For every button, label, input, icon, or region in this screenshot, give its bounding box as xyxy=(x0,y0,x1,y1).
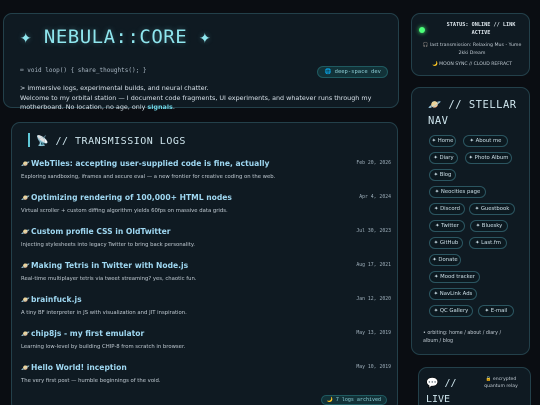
planet-icon: 🪐 xyxy=(21,160,30,168)
code-line: ⌨ void loop() { share_thoughts(); } xyxy=(20,67,147,74)
nav-donate[interactable]: ✦ Donate xyxy=(429,254,461,266)
nav-diary[interactable]: ✦ Diary xyxy=(429,152,458,164)
planet-icon: 🪐 xyxy=(21,296,30,304)
planet-icon: 🪐 xyxy=(21,194,30,202)
nav-github[interactable]: ✦ GitHub xyxy=(429,237,463,249)
nav-mood-tracker[interactable]: ✦ Mood tracker xyxy=(429,271,480,283)
intro-line-1: > immersive logs, experimental builds, a… xyxy=(20,84,209,92)
nav-guestbook[interactable]: ✦ Guestbook xyxy=(469,203,515,215)
post-item[interactable]: 🪐Hello World! inception May 10, 2019 The… xyxy=(21,363,391,384)
nav-discord[interactable]: ✦ Discord xyxy=(429,203,465,215)
intro-text: > immersive logs, experimental builds, a… xyxy=(20,84,390,113)
post-desc: Exploring sandboxing, iframes and secure… xyxy=(21,174,276,180)
encrypted-note: 🔒 encrypted quantum relay xyxy=(484,377,518,389)
deep-space-tag: 🌐 deep-space dev xyxy=(317,66,388,78)
post-item[interactable]: 🪐Custom profile CSS in OldTwitter Jul 30… xyxy=(21,227,391,248)
status-panel: STATUS: ONLINE // LINK ACTIVE 🎧 last tran… xyxy=(411,13,530,76)
post-desc: A tiny BF interpreter in JS with visuali… xyxy=(21,310,187,316)
post-date: Jan 12, 2020 xyxy=(356,297,391,302)
post-title[interactable]: 🪐WebTiles: accepting user-supplied code … xyxy=(21,159,391,168)
planet-icon: 🪐 xyxy=(21,364,30,372)
intro-end: . xyxy=(172,103,175,112)
post-title[interactable]: 🪐Optimizing rendering of 100,000+ HTML n… xyxy=(21,193,391,202)
nav-bluesky[interactable]: ✦ Bluesky xyxy=(470,220,508,232)
post-item[interactable]: 🪐WebTiles: accepting user-supplied code … xyxy=(21,159,391,180)
planet-icon: 🪐 xyxy=(21,330,30,338)
planet-icon: 🪐 xyxy=(21,228,30,236)
signals-link[interactable]: signals xyxy=(147,103,172,111)
post-date: Apr 4, 2024 xyxy=(359,195,391,200)
nav-twitter[interactable]: ✦ Twitter xyxy=(429,220,465,232)
stellar-nav-panel: 🪐 // STELLAR NAV ✦ Home ✦ About me ✦ Dia… xyxy=(411,87,530,355)
post-item[interactable]: 🪐chip8js - my first emulator May 13, 201… xyxy=(21,329,391,350)
live-panel: 💬 //LIVE 🔒 encrypted quantum relay xyxy=(418,367,531,405)
post-title[interactable]: 🪐chip8js - my first emulator xyxy=(21,329,391,338)
post-date: Feb 20, 2026 xyxy=(356,161,391,166)
last-transmission: 🎧 last transmission: Relaxing Mus - Yume… xyxy=(422,43,522,56)
logs-title: 📡 // TRANSMISSION LOGS xyxy=(28,133,186,147)
post-desc: Real-time multiplayer tetris via tweet s… xyxy=(21,276,197,282)
intro-line-2: Welcome to my orbital station — I docume… xyxy=(20,93,372,112)
status-online-icon xyxy=(419,27,425,33)
post-date: Aug 17, 2021 xyxy=(356,263,391,268)
post-date: Jul 30, 2023 xyxy=(356,229,391,234)
orbiting-text: • orbiting: home / about / diary / album … xyxy=(423,331,502,344)
post-desc: The very first post — humble beginnings … xyxy=(21,378,161,384)
site-logo[interactable]: ✦ NEBULA::CORE ✦ xyxy=(20,26,211,48)
nav-home[interactable]: ✦ Home xyxy=(429,135,456,147)
post-item[interactable]: 🪐brainfuck.js Jan 12, 2020 A tiny BF int… xyxy=(21,295,391,316)
nav-blog[interactable]: ✦ Blog xyxy=(429,169,456,181)
nav-navlink-ads[interactable]: ✦ NavLink Ads xyxy=(429,288,477,300)
nav-title: 🪐 // STELLAR NAV xyxy=(428,99,517,127)
status-text: STATUS: ONLINE // LINK ACTIVE xyxy=(446,22,516,36)
post-desc: Injecting stylesheets into legacy Twitte… xyxy=(21,242,195,248)
post-title[interactable]: 🪐Making Tetris in Twitter with Node.js xyxy=(21,261,391,270)
post-item[interactable]: 🪐Optimizing rendering of 100,000+ HTML n… xyxy=(21,193,391,214)
nav-neocities[interactable]: ✦ Neocities page xyxy=(429,186,486,198)
nav-email[interactable]: ✦ E-mail xyxy=(478,305,514,317)
nav-about[interactable]: ✦ About me xyxy=(463,135,508,147)
planet-icon: 🪐 xyxy=(21,262,30,270)
post-title[interactable]: 🪐Hello World! inception xyxy=(21,363,391,372)
nav-photo-album[interactable]: ✦ Photo Album xyxy=(465,152,512,164)
nav-qc-gallery[interactable]: ✦ QC Gallery xyxy=(429,305,473,317)
post-desc: Virtual scroller + custom diffing algori… xyxy=(21,208,228,214)
nav-lastfm[interactable]: ✦ Last.fm xyxy=(469,237,507,249)
post-date: May 10, 2019 xyxy=(356,365,391,370)
post-title[interactable]: 🪐brainfuck.js xyxy=(21,295,391,304)
header-panel: ✦ NEBULA::CORE ✦ ⌨ void loop() { share_t… xyxy=(3,13,399,111)
logs-count-badge: 🌙 7 logs archived xyxy=(320,395,387,405)
post-title[interactable]: 🪐Custom profile CSS in OldTwitter xyxy=(21,227,391,236)
post-item[interactable]: 🪐Making Tetris in Twitter with Node.js A… xyxy=(21,261,391,282)
moon-sync: 🌙 MOON SYNC // CLOUD REFRACT xyxy=(431,62,513,67)
transmission-logs-panel: 📡 // TRANSMISSION LOGS 🪐WebTiles: accept… xyxy=(11,122,398,405)
post-desc: Learning low-level by building CHIP-8 fr… xyxy=(21,344,186,350)
live-title: 💬 //LIVE xyxy=(426,378,457,405)
post-date: May 13, 2019 xyxy=(356,331,391,336)
